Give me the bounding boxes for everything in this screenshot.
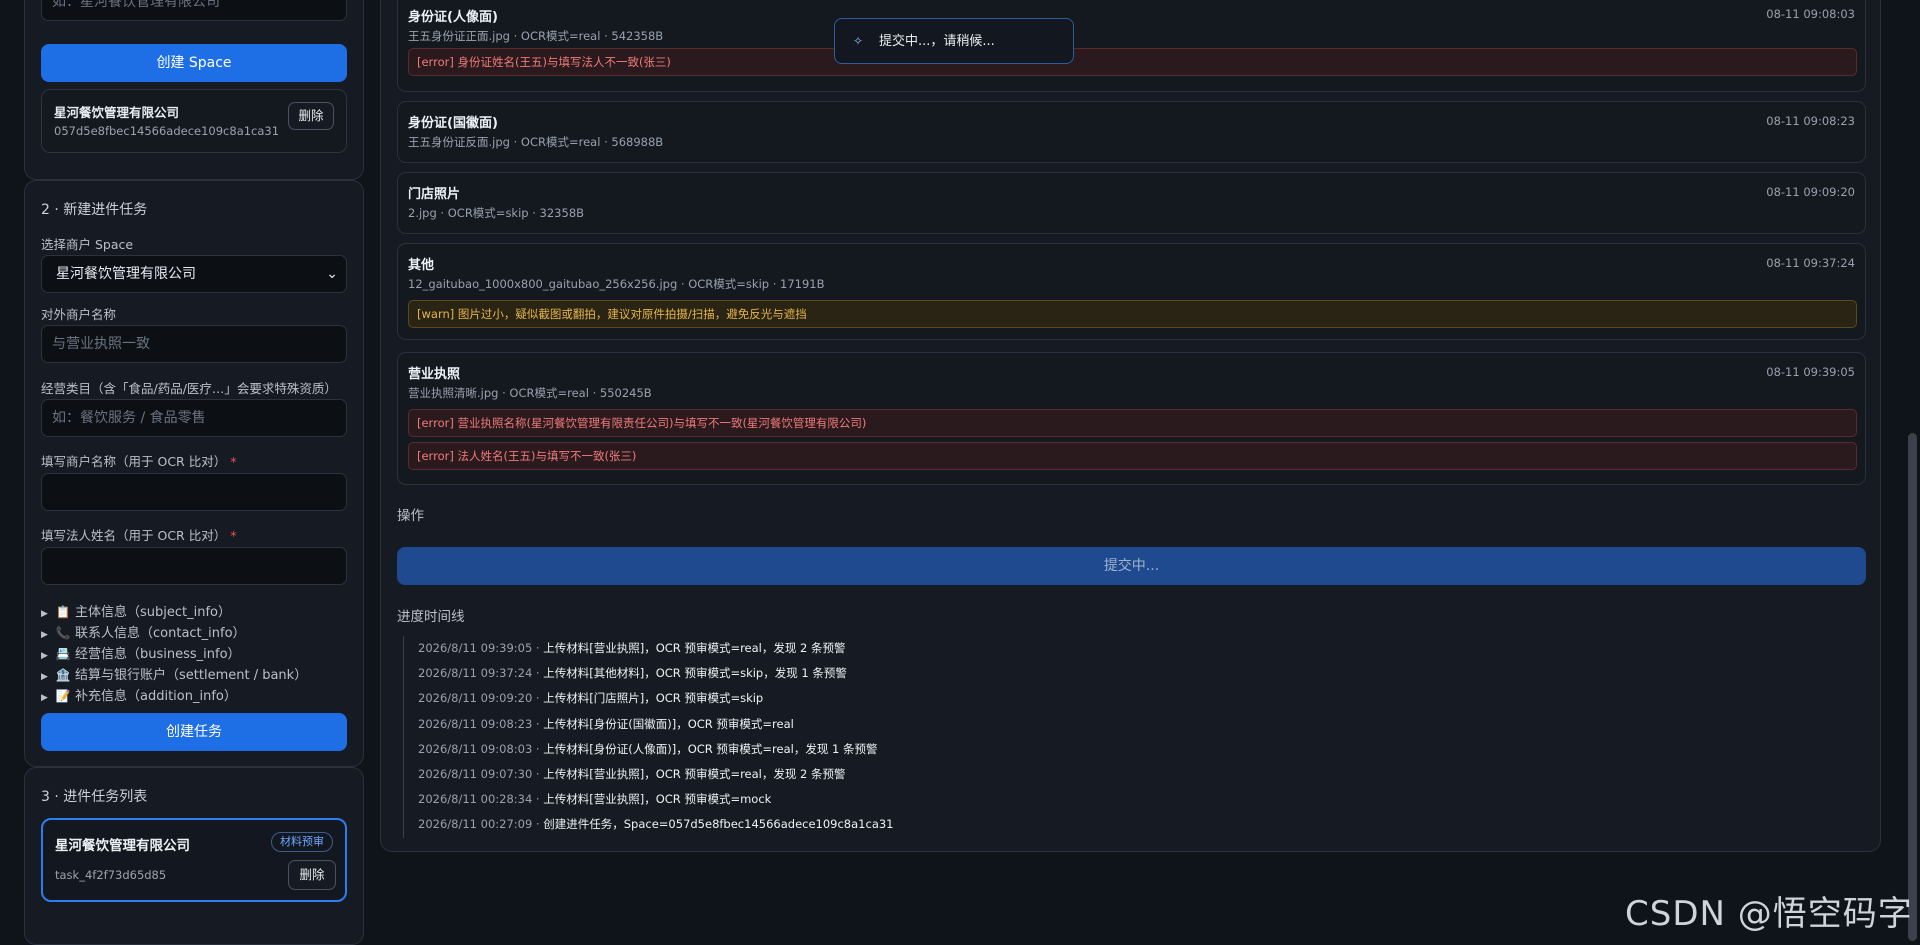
phone-icon: 📞 — [55, 626, 71, 640]
timeline-entry: 2026/8/11 09:08:23 · 上传材料[身份证(国徽面)]，OCR … — [418, 716, 794, 731]
merchant-name-input[interactable]: 如：星河餐饮管理有限公司 — [41, 0, 347, 21]
error-alert: [error] 法人姓名(王五)与填写不一致(张三) — [408, 442, 1857, 470]
file-item: 营业执照 营业执照清晰.jpg · OCR模式=real · 550245B 0… — [397, 352, 1866, 485]
delete-task-button[interactable]: 删除 — [288, 860, 336, 890]
file-time: 08-11 09:08:23 — [1766, 114, 1855, 128]
file-meta: 王五身份证正面.jpg · OCR模式=real · 542358B — [408, 29, 664, 43]
task-list-title: 3 · 进件任务列表 — [41, 789, 148, 805]
timeline-entry: 2026/8/11 09:39:05 · 上传材料[营业执照]，OCR 预审模式… — [418, 641, 846, 655]
clipboard-icon: 📋 — [55, 605, 71, 619]
external-name-label: 对外商户名称 — [41, 307, 117, 322]
file-meta: 2.jpg · OCR模式=skip · 32358B — [408, 206, 585, 220]
task-id: task_4f2f73d65d85 — [55, 868, 167, 882]
file-meta: 营业执照清晰.jpg · OCR模式=real · 550245B — [408, 386, 652, 400]
caret-right-icon: ▶ — [41, 630, 48, 640]
new-task-title: 2 · 新建进件任务 — [41, 202, 148, 218]
space-id: 057d5e8fbec14566adece109c8a1ca31 — [54, 124, 280, 138]
task-name: 星河餐饮管理有限公司 — [55, 838, 190, 854]
card-index-icon: 📇 — [55, 647, 71, 661]
file-item: 身份证(人像面) 王五身份证正面.jpg · OCR模式=real · 5423… — [397, 0, 1866, 92]
space-card: 如：星河餐饮管理有限公司 创建 Space 星河餐饮管理有限公司 057d5e8… — [24, 0, 364, 180]
select-space-label: 选择商户 Space — [41, 237, 134, 252]
caret-right-icon: ▶ — [41, 672, 48, 682]
space-select-value: 星河餐饮管理有限公司 — [56, 266, 196, 282]
scrollbar-thumb[interactable] — [1908, 433, 1917, 941]
timeline-entry: 2026/8/11 00:28:34 · 上传材料[营业执照]，OCR 预审模式… — [418, 792, 772, 807]
file-item: 身份证(国徽面) 王五身份证反面.jpg · OCR模式=real · 5689… — [397, 101, 1866, 163]
watermark: CSDN @悟空码字 — [1625, 894, 1913, 934]
chevron-down-icon: ⌄ — [326, 266, 338, 282]
file-time: 08-11 09:09:20 — [1766, 185, 1855, 199]
ocr-legal-name-input[interactable] — [41, 547, 347, 585]
required-mark: * — [230, 528, 237, 543]
warning-alert: [warn] 图片过小，疑似截图或翻拍，建议对原件拍摄/扫描，避免反光与遮挡 — [408, 300, 1857, 328]
status-badge: 材料预审 — [271, 832, 333, 852]
timeline-entry: 2026/8/11 09:09:20 · 上传材料[门店照片]，OCR 预审模式… — [418, 691, 764, 706]
task-list-card: 3 · 进件任务列表 星河餐饮管理有限公司 材料预审 task_4f2f73d6… — [24, 767, 364, 945]
file-meta: 12_gaitubao_1000x800_gaitubao_256x256.jp… — [408, 277, 825, 291]
space-name: 星河餐饮管理有限公司 — [54, 105, 180, 120]
bank-icon: 🏦 — [55, 668, 71, 682]
delete-space-button[interactable]: 删除 — [288, 102, 334, 130]
caret-right-icon: ▶ — [41, 609, 48, 619]
file-time: 08-11 09:37:24 — [1766, 256, 1855, 270]
ocr-legal-name-label: 填写法人姓名（用于 OCR 比对） * — [41, 528, 237, 543]
external-name-input[interactable]: 与营业执照一致 — [41, 325, 347, 363]
file-item: 其他 12_gaitubao_1000x800_gaitubao_256x256… — [397, 243, 1866, 340]
submit-button[interactable]: 提交中... — [397, 547, 1866, 585]
timeline: 2026/8/11 09:39:05 · 上传材料[营业执照]，OCR 预审模式… — [403, 636, 1703, 838]
task-detail-panel: 身份证(人像面) 王五身份证正面.jpg · OCR模式=real · 5423… — [380, 0, 1881, 852]
file-title: 身份证(国徽面) — [408, 116, 498, 131]
caret-right-icon: ▶ — [41, 651, 48, 661]
file-title: 门店照片 — [408, 187, 461, 202]
section-business-info[interactable]: ▶ 📇 经营信息（business_info） — [41, 643, 241, 662]
timeline-label: 进度时间线 — [397, 609, 465, 625]
section-settlement-bank[interactable]: ▶ 🏦 结算与银行账户（settlement / bank） — [41, 664, 307, 683]
create-task-button[interactable]: 创建任务 — [41, 713, 347, 751]
spinner-icon: ✧ — [853, 34, 864, 48]
new-task-card: 2 · 新建进件任务 选择商户 Space 星河餐饮管理有限公司 ⌄ 对外商户名… — [24, 180, 364, 767]
required-mark: * — [230, 454, 237, 469]
category-label: 经营类目（含「食品/药品/医疗…」会要求特殊资质） — [41, 381, 337, 396]
section-contact-info[interactable]: ▶ 📞 联系人信息（contact_info） — [41, 622, 246, 641]
file-meta: 王五身份证反面.jpg · OCR模式=real · 568988B — [408, 135, 664, 149]
timeline-entry: 2026/8/11 00:27:09 · 创建进件任务，Space=057d5e… — [418, 817, 894, 832]
task-item[interactable]: 星河餐饮管理有限公司 材料预审 task_4f2f73d65d85 删除 — [41, 818, 347, 902]
file-time: 08-11 09:39:05 — [1766, 365, 1855, 379]
operations-label: 操作 — [397, 508, 424, 524]
file-time: 08-11 09:08:03 — [1766, 7, 1855, 21]
section-subject-info[interactable]: ▶ 📋 主体信息（subject_info） — [41, 601, 231, 620]
file-title: 身份证(人像面) — [408, 10, 498, 25]
file-title: 其他 — [408, 258, 435, 273]
memo-icon: 📝 — [55, 689, 71, 703]
error-alert: [error] 身份证姓名(王五)与填写法人不一致(张三) — [408, 48, 1857, 76]
loading-toast: ✧ 提交中...，请稍候... — [834, 18, 1074, 64]
left-column: 如：星河餐饮管理有限公司 创建 Space 星河餐饮管理有限公司 057d5e8… — [24, 0, 364, 945]
space-item: 星河餐饮管理有限公司 057d5e8fbec14566adece109c8a1c… — [41, 89, 347, 153]
space-select[interactable]: 星河餐饮管理有限公司 ⌄ — [41, 255, 347, 293]
timeline-entry: 2026/8/11 09:08:03 · 上传材料[身份证(人像面)]，OCR … — [418, 741, 878, 756]
section-addition-info[interactable]: ▶ 📝 补充信息（addition_info） — [41, 685, 237, 704]
timeline-entry: 2026/8/11 09:37:24 · 上传材料[其他材料]，OCR 预审模式… — [418, 666, 847, 681]
ocr-merchant-name-input[interactable] — [41, 473, 347, 511]
timeline-entry: 2026/8/11 09:07:30 · 上传材料[营业执照]，OCR 预审模式… — [418, 766, 846, 781]
error-alert: [error] 营业执照名称(星河餐饮管理有限责任公司)与填写不一致(星河餐饮管… — [408, 409, 1857, 437]
toast-text: 提交中...，请稍候... — [879, 34, 995, 49]
file-title: 营业执照 — [408, 367, 461, 382]
category-input[interactable]: 如：餐饮服务 / 食品零售 — [41, 399, 347, 437]
create-space-button[interactable]: 创建 Space — [41, 44, 347, 82]
caret-right-icon: ▶ — [41, 693, 48, 703]
file-item: 门店照片 2.jpg · OCR模式=skip · 32358B 08-11 0… — [397, 172, 1866, 234]
ocr-merchant-name-label: 填写商户名称（用于 OCR 比对） * — [41, 454, 237, 469]
